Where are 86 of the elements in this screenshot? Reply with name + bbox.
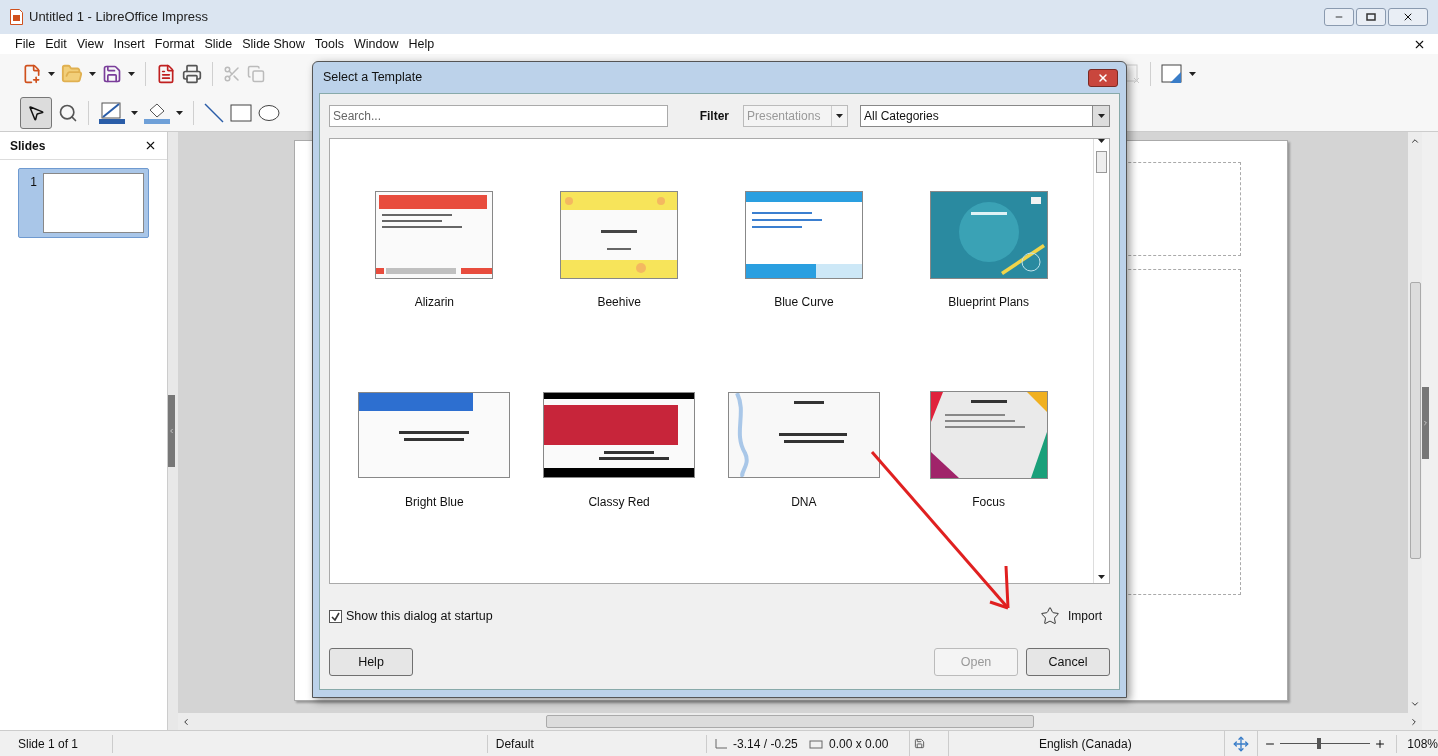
restore-icon[interactable] [1366, 13, 1376, 21]
rectangle-icon[interactable] [230, 103, 252, 122]
menu-item[interactable]: Window [348, 34, 404, 54]
slide-count: Slide 1 of 1 [0, 734, 113, 753]
caret-icon[interactable] [176, 110, 183, 115]
restore-button[interactable] [1356, 8, 1386, 26]
caret-icon[interactable] [131, 110, 138, 115]
document-icon [10, 9, 23, 25]
line-color-icon[interactable] [99, 101, 125, 124]
scroll-thumb[interactable] [1409, 282, 1421, 559]
zoom-percent: 108% [1396, 734, 1438, 753]
position-icon [715, 738, 728, 749]
panel-handle[interactable] [168, 395, 175, 467]
close-icon[interactable] [144, 139, 157, 152]
dialog-button[interactable]: Help [329, 648, 413, 676]
filter-label: Filter [699, 108, 729, 125]
template-name[interactable]: DNA [791, 493, 817, 511]
menu-item[interactable]: Format [149, 34, 200, 54]
ellipse-icon[interactable] [258, 103, 280, 122]
search-field[interactable]: Search... [329, 105, 668, 127]
zoom-slider[interactable] [1280, 737, 1371, 750]
template-name[interactable]: Bright Blue [405, 493, 464, 511]
position-text: -3.14 / -0.25 [733, 735, 799, 753]
dialog-title: Select a Template [322, 69, 423, 87]
vertical-scrollbar[interactable] [1408, 132, 1422, 713]
slide-thumbnail[interactable]: 1 [18, 168, 149, 238]
zoom-icon[interactable] [58, 102, 78, 123]
save-icon[interactable] [102, 64, 122, 84]
language-text: English (Canada) [1038, 735, 1133, 753]
list-scrollbar[interactable] [1093, 139, 1109, 583]
document-status-icon [914, 738, 926, 749]
template-name[interactable]: Blue Curve [774, 293, 834, 311]
template-name[interactable]: Blueprint Plans [948, 293, 1029, 311]
caret-icon[interactable] [1098, 139, 1105, 143]
menu-item[interactable]: Help [403, 34, 440, 54]
menu-item[interactable]: Tools [309, 34, 349, 54]
new-document-icon[interactable] [22, 64, 42, 84]
horizontal-scrollbar[interactable] [178, 713, 1422, 730]
menu-item[interactable]: Insert [108, 34, 150, 54]
scroll-down-icon[interactable] [1410, 699, 1420, 709]
panel-handle[interactable] [1422, 386, 1429, 459]
pointer-icon[interactable] [27, 103, 45, 122]
close-button[interactable] [1088, 68, 1118, 87]
template-name[interactable]: Alizarin [414, 293, 455, 311]
menu-item[interactable]: View [71, 34, 109, 54]
caret-icon[interactable] [1097, 114, 1105, 118]
scroll-left-icon[interactable] [181, 716, 191, 727]
pdf-icon[interactable] [156, 64, 176, 84]
zoom-in-icon[interactable] [1374, 737, 1387, 750]
checkbox-label[interactable]: Show this dialog at startup [346, 606, 493, 626]
line-icon[interactable] [204, 102, 224, 123]
menu-item[interactable]: Edit [40, 34, 72, 54]
close-icon[interactable] [1402, 11, 1414, 23]
fill-color-icon[interactable] [144, 101, 170, 124]
menu-item[interactable]: Slide [199, 34, 238, 54]
window-title: Untitled 1 - LibreOffice Impress [29, 8, 208, 27]
slide-number: 1 [29, 174, 37, 191]
template-name[interactable]: Focus [972, 493, 1005, 511]
printer-icon[interactable] [182, 64, 202, 84]
dialog-button[interactable]: Cancel [1026, 648, 1110, 676]
template-name[interactable]: Beehive [597, 293, 641, 311]
fit-page-icon[interactable] [1233, 735, 1250, 752]
menu-item[interactable]: Slide Show [237, 34, 310, 54]
scroll-thumb[interactable] [546, 715, 1034, 728]
caret-icon[interactable] [89, 72, 96, 76]
caret-icon[interactable] [48, 72, 55, 76]
template-name[interactable]: Classy Red [588, 493, 650, 511]
scroll-right-icon[interactable] [1409, 716, 1419, 727]
import-link[interactable]: Import [1068, 607, 1102, 625]
caret-icon[interactable] [128, 72, 135, 76]
scroll-up-icon[interactable] [1410, 136, 1420, 146]
caret-icon[interactable] [1098, 575, 1105, 579]
size-icon [809, 738, 824, 749]
shape-icon[interactable] [1161, 64, 1183, 84]
select-tool[interactable] [20, 96, 52, 129]
star-icon[interactable] [1040, 606, 1060, 626]
startup-checkbox[interactable] [329, 609, 342, 623]
size-text: 0.00 x 0.00 [829, 735, 890, 753]
panel-title: Slides [10, 137, 46, 155]
zoom-thumb[interactable] [1317, 738, 1322, 749]
menu-item[interactable]: File [10, 34, 41, 54]
minimize-button[interactable] [1324, 8, 1354, 26]
scroll-thumb[interactable] [1096, 151, 1107, 173]
caret-icon[interactable] [1189, 72, 1196, 76]
layout-name: Default [486, 734, 707, 753]
category-select[interactable]: All Categories [860, 105, 1110, 127]
